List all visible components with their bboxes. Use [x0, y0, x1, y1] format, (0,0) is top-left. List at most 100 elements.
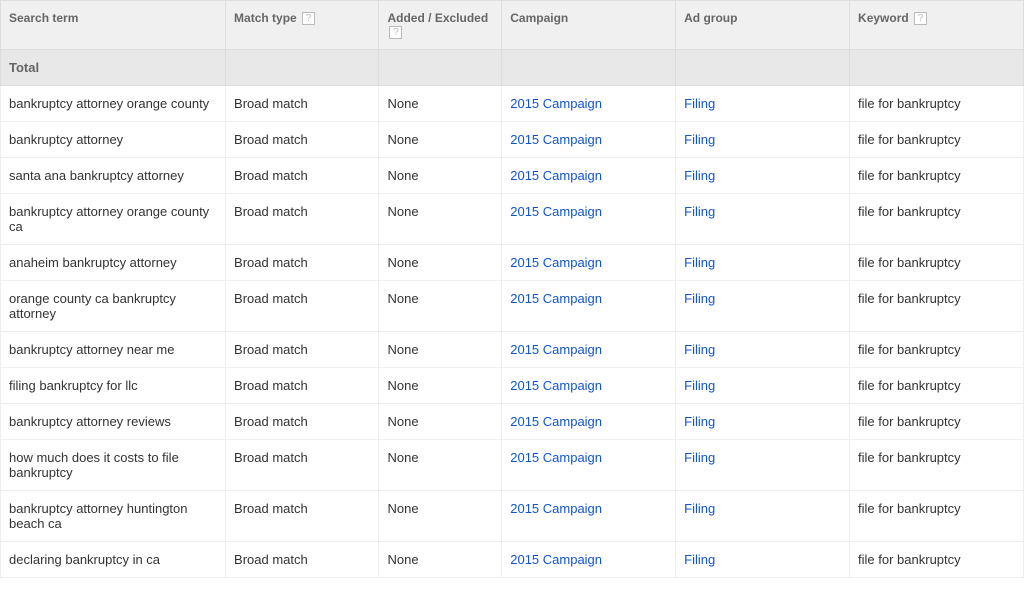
- cell-added-excluded: None: [379, 542, 502, 578]
- cell-match-type: Broad match: [226, 542, 379, 578]
- campaign-link[interactable]: 2015 Campaign: [510, 168, 602, 183]
- ad-group-link[interactable]: Filing: [684, 204, 715, 219]
- ad-group-link[interactable]: Filing: [684, 96, 715, 111]
- ad-group-link[interactable]: Filing: [684, 342, 715, 357]
- campaign-link[interactable]: 2015 Campaign: [510, 204, 602, 219]
- campaign-link[interactable]: 2015 Campaign: [510, 255, 602, 270]
- header-added-excluded[interactable]: Added / Excluded ?: [379, 1, 502, 50]
- ad-group-link[interactable]: Filing: [684, 552, 715, 567]
- cell-campaign: 2015 Campaign: [502, 245, 676, 281]
- cell-campaign: 2015 Campaign: [502, 542, 676, 578]
- cell-added-excluded: None: [379, 491, 502, 542]
- cell-ad-group: Filing: [676, 194, 850, 245]
- table-row: filing bankruptcy for llcBroad matchNone…: [1, 368, 1024, 404]
- cell-added-excluded: None: [379, 194, 502, 245]
- total-label: Total: [1, 50, 226, 86]
- ad-group-link[interactable]: Filing: [684, 132, 715, 147]
- cell-search-term: bankruptcy attorney reviews: [1, 404, 226, 440]
- table-row: bankruptcy attorney orange county caBroa…: [1, 194, 1024, 245]
- table-row: anaheim bankruptcy attorneyBroad matchNo…: [1, 245, 1024, 281]
- ad-group-link[interactable]: Filing: [684, 501, 715, 516]
- cell-added-excluded: None: [379, 122, 502, 158]
- header-keyword[interactable]: Keyword ?: [850, 1, 1024, 50]
- cell-match-type: Broad match: [226, 332, 379, 368]
- cell-keyword: file for bankruptcy: [850, 122, 1024, 158]
- cell-match-type: Broad match: [226, 158, 379, 194]
- cell-keyword: file for bankruptcy: [850, 440, 1024, 491]
- cell-campaign: 2015 Campaign: [502, 491, 676, 542]
- cell-search-term: bankruptcy attorney: [1, 122, 226, 158]
- campaign-link[interactable]: 2015 Campaign: [510, 450, 602, 465]
- cell-keyword: file for bankruptcy: [850, 86, 1024, 122]
- cell-keyword: file for bankruptcy: [850, 281, 1024, 332]
- cell-match-type: Broad match: [226, 404, 379, 440]
- cell-match-type: Broad match: [226, 194, 379, 245]
- campaign-link[interactable]: 2015 Campaign: [510, 552, 602, 567]
- cell-search-term: orange county ca bankruptcy attorney: [1, 281, 226, 332]
- cell-ad-group: Filing: [676, 281, 850, 332]
- campaign-link[interactable]: 2015 Campaign: [510, 96, 602, 111]
- header-campaign[interactable]: Campaign: [502, 1, 676, 50]
- help-icon[interactable]: ?: [914, 12, 927, 25]
- table-row: orange county ca bankruptcy attorneyBroa…: [1, 281, 1024, 332]
- cell-campaign: 2015 Campaign: [502, 404, 676, 440]
- ad-group-link[interactable]: Filing: [684, 291, 715, 306]
- campaign-link[interactable]: 2015 Campaign: [510, 414, 602, 429]
- campaign-link[interactable]: 2015 Campaign: [510, 342, 602, 357]
- cell-added-excluded: None: [379, 332, 502, 368]
- cell-search-term: bankruptcy attorney near me: [1, 332, 226, 368]
- cell-added-excluded: None: [379, 281, 502, 332]
- total-row: Total: [1, 50, 1024, 86]
- cell-ad-group: Filing: [676, 86, 850, 122]
- ad-group-link[interactable]: Filing: [684, 378, 715, 393]
- cell-added-excluded: None: [379, 440, 502, 491]
- campaign-link[interactable]: 2015 Campaign: [510, 501, 602, 516]
- table-header-row: Search term Match type ? Added / Exclude…: [1, 1, 1024, 50]
- header-match-type[interactable]: Match type ?: [226, 1, 379, 50]
- cell-match-type: Broad match: [226, 440, 379, 491]
- cell-keyword: file for bankruptcy: [850, 368, 1024, 404]
- table-row: how much does it costs to file bankruptc…: [1, 440, 1024, 491]
- campaign-link[interactable]: 2015 Campaign: [510, 132, 602, 147]
- cell-added-excluded: None: [379, 158, 502, 194]
- cell-ad-group: Filing: [676, 158, 850, 194]
- cell-ad-group: Filing: [676, 368, 850, 404]
- cell-added-excluded: None: [379, 86, 502, 122]
- campaign-link[interactable]: 2015 Campaign: [510, 291, 602, 306]
- cell-campaign: 2015 Campaign: [502, 440, 676, 491]
- cell-keyword: file for bankruptcy: [850, 332, 1024, 368]
- header-search-term[interactable]: Search term: [1, 1, 226, 50]
- cell-search-term: filing bankruptcy for llc: [1, 368, 226, 404]
- cell-keyword: file for bankruptcy: [850, 194, 1024, 245]
- campaign-link[interactable]: 2015 Campaign: [510, 378, 602, 393]
- cell-added-excluded: None: [379, 368, 502, 404]
- cell-keyword: file for bankruptcy: [850, 491, 1024, 542]
- cell-ad-group: Filing: [676, 245, 850, 281]
- cell-keyword: file for bankruptcy: [850, 542, 1024, 578]
- table-row: santa ana bankruptcy attorneyBroad match…: [1, 158, 1024, 194]
- ad-group-link[interactable]: Filing: [684, 255, 715, 270]
- ad-group-link[interactable]: Filing: [684, 450, 715, 465]
- table-row: bankruptcy attorneyBroad matchNone2015 C…: [1, 122, 1024, 158]
- table-row: bankruptcy attorney near meBroad matchNo…: [1, 332, 1024, 368]
- ad-group-link[interactable]: Filing: [684, 414, 715, 429]
- cell-campaign: 2015 Campaign: [502, 86, 676, 122]
- cell-match-type: Broad match: [226, 491, 379, 542]
- cell-campaign: 2015 Campaign: [502, 122, 676, 158]
- table-row: declaring bankruptcy in caBroad matchNon…: [1, 542, 1024, 578]
- cell-added-excluded: None: [379, 404, 502, 440]
- cell-campaign: 2015 Campaign: [502, 158, 676, 194]
- help-icon[interactable]: ?: [302, 12, 315, 25]
- header-added-excluded-label: Added / Excluded: [387, 11, 488, 25]
- cell-campaign: 2015 Campaign: [502, 194, 676, 245]
- cell-match-type: Broad match: [226, 245, 379, 281]
- header-ad-group[interactable]: Ad group: [676, 1, 850, 50]
- cell-ad-group: Filing: [676, 491, 850, 542]
- cell-search-term: bankruptcy attorney orange county: [1, 86, 226, 122]
- help-icon[interactable]: ?: [389, 26, 402, 39]
- cell-ad-group: Filing: [676, 122, 850, 158]
- ad-group-link[interactable]: Filing: [684, 168, 715, 183]
- cell-ad-group: Filing: [676, 440, 850, 491]
- table-row: bankruptcy attorney reviewsBroad matchNo…: [1, 404, 1024, 440]
- cell-keyword: file for bankruptcy: [850, 404, 1024, 440]
